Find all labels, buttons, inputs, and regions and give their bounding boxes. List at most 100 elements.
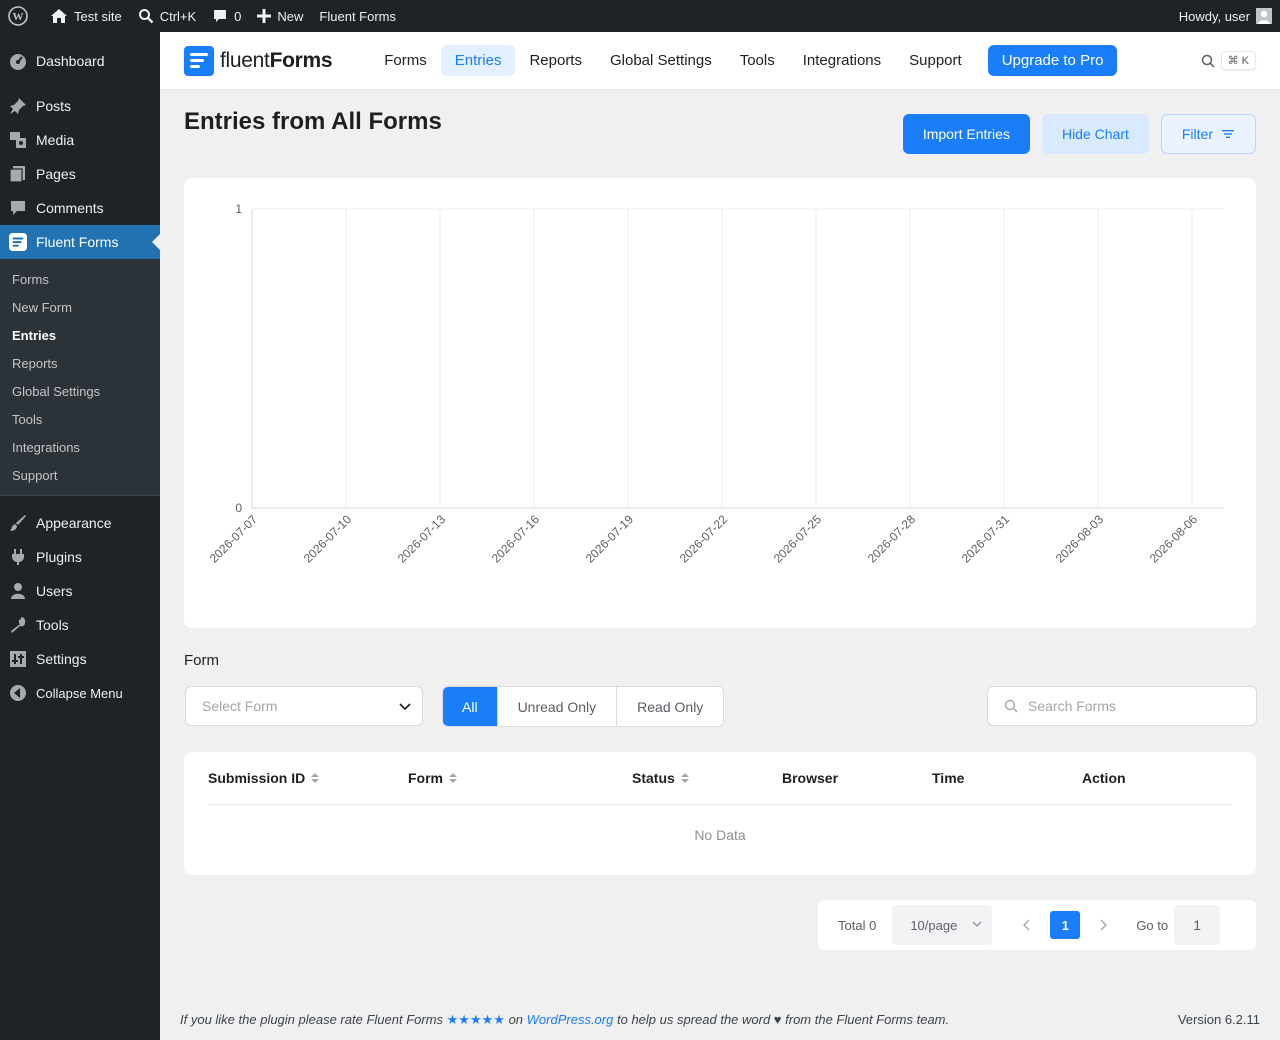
plug-icon [9, 548, 27, 566]
menu-label-plugins: Plugins [36, 549, 82, 565]
menu-label-fluent-forms: Fluent Forms [36, 234, 119, 250]
next-page-button[interactable] [1098, 919, 1108, 931]
filter-button[interactable]: Filter [1160, 114, 1256, 154]
comments-count: 0 [234, 8, 242, 24]
plus-icon [257, 9, 272, 23]
menu-item-appearance[interactable]: Appearance [0, 506, 160, 540]
site-name-link[interactable]: Test site [42, 0, 130, 32]
filter-all[interactable]: All [443, 687, 497, 726]
column-time: Time [932, 770, 1082, 786]
page-size-value: 10/page [910, 917, 958, 933]
shortcut-label: Ctrl+K [159, 8, 197, 24]
menu-label-appearance: Appearance [36, 515, 112, 531]
menu-item-tools[interactable]: Tools [0, 608, 160, 642]
nav-link-forms[interactable]: Forms [370, 45, 441, 76]
fluent-forms-submenu: Forms New Form Entries Reports Global Se… [0, 259, 160, 495]
wordpress-org-link[interactable]: WordPress.org [527, 1012, 614, 1027]
hide-chart-button[interactable]: Hide Chart [1041, 114, 1149, 154]
x-tick-label: 2026-08-03 [1053, 512, 1107, 566]
fluent-forms-bar-label: Fluent Forms [319, 8, 396, 24]
column-action: Action [1082, 770, 1126, 786]
pagination: Total 0 10/page 1 Go to 1 [818, 900, 1256, 950]
nav-link-tools[interactable]: Tools [726, 45, 789, 76]
new-content-link[interactable]: New [249, 0, 311, 32]
column-label: Status [632, 770, 675, 786]
wrench-icon [9, 616, 27, 634]
filter-button-label: Filter [1181, 126, 1213, 142]
form-filter-label: Form [184, 652, 219, 669]
my-account-link[interactable]: Howdy, user [1179, 8, 1280, 24]
goto-page-input[interactable]: 1 [1174, 905, 1221, 945]
menu-item-fluent-forms[interactable]: Fluent Forms [0, 225, 160, 259]
menu-item-comments[interactable]: Comments [0, 191, 160, 225]
fluent-forms-bar-link[interactable]: Fluent Forms [311, 0, 404, 32]
y-tick-label: 0 [235, 501, 242, 515]
command-palette-link[interactable]: Ctrl+K [130, 0, 204, 32]
page-size-select[interactable]: 10/page [892, 905, 993, 945]
submenu-item-tools[interactable]: Tools [0, 405, 160, 433]
menu-label-tools: Tools [36, 617, 69, 633]
x-tick-label: 2026-08-06 [1147, 512, 1201, 566]
logo-text-bold: Forms [269, 48, 333, 72]
column-label: Action [1082, 770, 1126, 786]
menu-item-pages[interactable]: Pages [0, 157, 160, 191]
nav-link-integrations[interactable]: Integrations [789, 45, 895, 76]
x-tick-label: 2026-07-13 [395, 512, 449, 566]
filter-unread-only[interactable]: Unread Only [496, 687, 617, 726]
nav-link-global-settings[interactable]: Global Settings [596, 45, 726, 76]
filter-read-only[interactable]: Read Only [616, 687, 723, 726]
entries-table: Submission ID Form Status Browser Time A… [184, 752, 1256, 875]
rating-stars-link[interactable]: ★★★★★ [447, 1012, 505, 1027]
column-form[interactable]: Form [408, 770, 632, 786]
x-tick-label: 2026-07-28 [865, 512, 919, 566]
menu-item-settings[interactable]: Settings [0, 642, 160, 676]
footer-text: to help us spread the word ♥ from the Fl… [616, 1012, 950, 1027]
page-title: Entries from All Forms [184, 108, 442, 135]
admin-menu: Dashboard Posts Media Pages Comments Flu… [0, 32, 160, 1040]
menu-label-comments: Comments [36, 200, 104, 216]
submenu-item-support[interactable]: Support [0, 461, 160, 489]
menu-item-dashboard[interactable]: Dashboard [0, 44, 160, 78]
submenu-item-entries[interactable]: Entries [0, 321, 160, 349]
site-name-label: Test site [74, 8, 122, 24]
submenu-item-forms[interactable]: Forms [0, 265, 160, 293]
sort-icon [680, 773, 689, 783]
submenu-item-new-form[interactable]: New Form [0, 293, 160, 321]
footer-message: If you like the plugin please rate Fluen… [180, 1012, 949, 1028]
menu-item-plugins[interactable]: Plugins [0, 540, 160, 574]
page-actions: Import Entries Hide Chart Filter [902, 114, 1256, 154]
submenu-item-reports[interactable]: Reports [0, 349, 160, 377]
wordpress-logo-icon[interactable]: W [0, 0, 42, 32]
page-number-current[interactable]: 1 [1050, 911, 1081, 939]
submenu-item-global-settings[interactable]: Global Settings [0, 377, 160, 405]
footer: If you like the plugin please rate Fluen… [180, 1012, 1260, 1028]
select-form-dropdown[interactable]: Select Form [185, 686, 423, 726]
menu-item-users[interactable]: Users [0, 574, 160, 608]
read-status-filter: All Unread Only Read Only [442, 686, 725, 727]
goto-label: Go to [1136, 917, 1169, 933]
import-entries-button[interactable]: Import Entries [902, 114, 1030, 154]
upgrade-to-pro-button[interactable]: Upgrade to Pro [987, 45, 1118, 76]
column-submission-id[interactable]: Submission ID [208, 770, 408, 786]
fluent-forms-logo[interactable]: fluentForms [184, 45, 333, 76]
x-tick-label: 2026-07-10 [301, 512, 355, 566]
comments-link[interactable]: 0 [204, 0, 249, 32]
menu-item-media[interactable]: Media [0, 123, 160, 157]
chevron-down-icon [399, 703, 411, 711]
fluent-forms-top-nav: fluentForms Forms Entries Reports Global… [160, 32, 1280, 90]
nav-link-support[interactable]: Support [895, 45, 976, 76]
collapse-arrow-icon [9, 684, 27, 702]
column-status[interactable]: Status [632, 770, 782, 786]
submenu-item-integrations[interactable]: Integrations [0, 433, 160, 461]
global-search-trigger[interactable]: ⌘ K [1201, 51, 1256, 70]
sort-icon [449, 773, 457, 783]
nav-link-entries[interactable]: Entries [440, 45, 516, 76]
prev-page-button[interactable] [1022, 919, 1032, 931]
nav-link-reports[interactable]: Reports [515, 45, 596, 76]
settings-icon [9, 650, 27, 668]
search-forms-input[interactable] [1028, 698, 1248, 714]
search-icon [1004, 699, 1018, 713]
collapse-menu-button[interactable]: Collapse Menu [0, 676, 160, 710]
menu-item-posts[interactable]: Posts [0, 89, 160, 123]
pin-icon [9, 97, 27, 115]
